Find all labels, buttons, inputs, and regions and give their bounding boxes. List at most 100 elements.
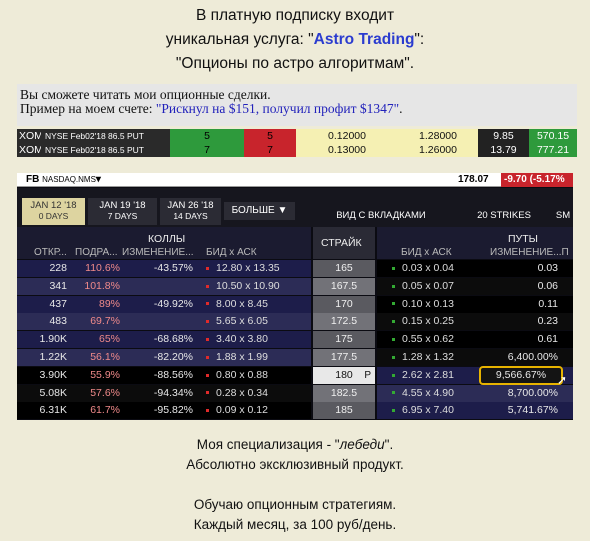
call-bid-ask-cell[interactable]: 1.88 x 1.99 xyxy=(206,349,268,366)
strike-cell[interactable]: 185 xyxy=(313,402,375,420)
trade-qty: 7 xyxy=(170,143,244,157)
more-button[interactable]: БОЛЬШЕ ▼ xyxy=(224,202,295,220)
implied-vol-cell: 56.1% xyxy=(90,351,120,363)
call-change-cell: -82.20% xyxy=(153,351,193,363)
put-bid-ask-cell[interactable]: 6.95 x 7.40 xyxy=(392,402,454,419)
trade-value-1: 9.85 xyxy=(478,129,529,143)
price-change: -9.70 (-5.17% xyxy=(501,173,573,187)
call-bid-ask-cell[interactable]: 0.09 x 0.12 xyxy=(206,402,268,419)
put-bid-ask-cell[interactable]: 0.05 x 0.07 xyxy=(392,278,454,295)
tick-down-icon xyxy=(206,391,209,395)
strike-cell[interactable]: 182.5 xyxy=(313,384,375,402)
implied-vol-cell: 55.9% xyxy=(90,368,120,381)
strike-cell[interactable]: 170 xyxy=(313,295,375,313)
trade-symbol: XOM xyxy=(17,129,43,143)
tick-down-icon xyxy=(206,409,209,413)
trade-qty-2: 5 xyxy=(244,129,296,143)
put-bid-ask-value: 0.10 x 0.13 xyxy=(402,297,454,310)
table-row[interactable]: 341 101.8% 10.50 x 10.90 167.5 0.05 x 0.07 0.… xyxy=(17,277,573,295)
open-interest-cell: 1.22K xyxy=(39,351,67,363)
put-bid-ask-cell[interactable]: 0.03 x 0.04 xyxy=(392,260,454,277)
col-implied-vol[interactable]: ПОДРА... xyxy=(75,247,118,258)
table-row[interactable]: 1.22K 56.1% -82.20% 1.88 x 1.99 177.5 1.28 x … xyxy=(17,349,573,366)
col-open-interest[interactable]: ОТКР... xyxy=(34,247,67,258)
col-change-calls[interactable]: ИЗМЕНЕНИЕ... xyxy=(122,247,194,258)
footer-line-4: Каждый месяц, за 100 руб/день. xyxy=(193,517,397,532)
tick-down-icon xyxy=(206,302,209,306)
table-row[interactable]: 5.08K 57.6% -94.34% 0.28 x 0.34 182.5 4.55 x … xyxy=(17,384,573,402)
strike-flag: P xyxy=(364,369,371,381)
strike-cell[interactable]: 172.5 xyxy=(313,313,375,331)
strike-label[interactable]: СТРАЙК xyxy=(321,237,362,249)
tab-jan-12[interactable]: JAN 12 '18 0 DAYS xyxy=(22,198,85,225)
call-bid-ask-cell[interactable]: 0.28 x 0.34 xyxy=(206,385,268,402)
footer-line-3: Обучаю опционным стратегиям. xyxy=(193,497,397,512)
tick-down-icon xyxy=(206,284,209,288)
strike-value: 165 xyxy=(335,262,353,274)
strike-value: 172.5 xyxy=(330,315,358,328)
put-bid-ask-cell[interactable]: 2.62 x 2.81 xyxy=(392,367,454,384)
put-change-cell: 0.23 xyxy=(537,315,558,328)
footer-emphasis: лебеди xyxy=(339,437,385,452)
put-bid-ask-value: 6.95 x 7.40 xyxy=(402,404,454,417)
strike-cell[interactable]: 180 P xyxy=(313,366,375,384)
trade-row: XOM NYSE Feb02'18 86.5 PUT 5 5 0.12000 1… xyxy=(17,129,577,143)
col-bid-ask-calls[interactable]: БИД x АСК xyxy=(206,247,257,258)
put-bid-ask-cell[interactable]: 0.10 x 0.13 xyxy=(392,296,454,313)
tick-up-icon xyxy=(392,284,395,288)
ad-quote: "Рискнул на $151, получил профит $1347" xyxy=(155,101,400,116)
strike-cell[interactable]: 175 xyxy=(313,331,375,349)
ticker[interactable]: FB NASDAQ.NMS▾ xyxy=(26,174,101,185)
call-bid-ask-cell[interactable]: 10.50 x 10.90 xyxy=(206,278,280,295)
call-bid-ask-cell[interactable]: 5.65 x 6.05 xyxy=(206,313,268,330)
tab-jan-26[interactable]: JAN 26 '18 14 DAYS xyxy=(160,198,221,225)
ad-text: Вы сможете читать мои опционные сделки. … xyxy=(17,84,577,126)
call-bid-ask-value: 0.09 x 0.12 xyxy=(216,404,268,417)
implied-vol-cell: 61.7% xyxy=(90,404,120,417)
put-bid-ask-value: 0.55 x 0.62 xyxy=(402,333,454,346)
call-change-cell: -94.34% xyxy=(153,386,193,399)
call-change-cell: -68.68% xyxy=(153,333,193,346)
strike-header: СТРАЙК xyxy=(313,227,375,259)
strike-cell[interactable]: 165 xyxy=(313,260,375,277)
trade-value-2: 570.15 xyxy=(529,129,577,143)
put-bid-ask-value: 0.05 x 0.07 xyxy=(402,279,454,292)
strike-value: 180 xyxy=(335,368,353,381)
call-bid-ask-value: 3.40 x 3.80 xyxy=(216,333,268,346)
trade-row: XOM NYSE Feb02'18 86.5 PUT 7 7 0.13000 1… xyxy=(17,143,577,157)
call-bid-ask-cell[interactable]: 3.40 x 3.80 xyxy=(206,331,268,348)
intro-line-3: "Опционы по астро алгоритмам". xyxy=(175,55,415,72)
table-row[interactable]: 6.31K 61.7% -95.82% 0.09 x 0.12 185 6.95 x 7.… xyxy=(17,402,573,420)
strike-value: 182.5 xyxy=(330,386,358,399)
call-bid-ask-cell[interactable]: 12.80 x 13.35 xyxy=(206,260,280,277)
call-bid-ask-cell[interactable]: 0.80 x 0.88 xyxy=(206,367,268,384)
trade-desc: NYSE Feb02'18 86.5 PUT xyxy=(41,129,170,143)
implied-vol-cell: 89% xyxy=(98,297,120,310)
last-price: 178.07 xyxy=(458,174,489,185)
strike-cell[interactable]: 177.5 xyxy=(313,349,375,366)
col-change-puts[interactable]: ИЗМЕНЕНИЕ...П xyxy=(490,247,569,258)
implied-vol-cell: 101.8% xyxy=(84,279,120,292)
call-bid-ask-cell[interactable]: 8.00 x 8.45 xyxy=(206,296,268,313)
table-row[interactable]: 228 110.6% -43.57% 12.80 x 13.35 165 0.03 x 0… xyxy=(17,260,573,277)
call-change-cell: -95.82% xyxy=(153,404,193,417)
put-bid-ask-cell[interactable]: 1.28 x 1.32 xyxy=(392,349,454,366)
put-change-cell: 5,741.67% xyxy=(507,404,558,417)
tick-up-icon xyxy=(392,373,395,377)
tab-jan-19[interactable]: JAN 19 '18 7 DAYS xyxy=(88,198,157,225)
put-bid-ask-cell[interactable]: 4.55 x 4.90 xyxy=(392,385,454,402)
put-bid-ask-cell[interactable]: 0.55 x 0.62 xyxy=(392,331,454,348)
open-interest-cell: 5.08K xyxy=(39,386,67,399)
table-row[interactable]: 437 89% -49.92% 8.00 x 8.45 170 0.10 x 0.13 0.… xyxy=(17,295,573,313)
exchange-label: NASDAQ.NMS xyxy=(42,175,96,184)
table-row[interactable]: 3.90K 55.9% -88.56% 0.80 x 0.88 180 P 2.62 x 2… xyxy=(17,365,573,386)
call-change-cell: -49.92% xyxy=(153,297,193,310)
strike-cell[interactable]: 167.5 xyxy=(313,277,375,295)
put-bid-ask-cell[interactable]: 0.15 x 0.25 xyxy=(392,313,454,330)
table-row[interactable]: 483 69.7% 5.65 x 6.05 172.5 0.15 x 0.25 0.23 xyxy=(17,313,573,331)
col-bid-ask-puts[interactable]: БИД x АСК xyxy=(401,247,452,258)
put-change-cell: 0.06 xyxy=(537,279,558,292)
table-row[interactable]: 1.90K 65% -68.68% 3.40 x 3.80 175 0.55 x 0.62… xyxy=(17,331,573,349)
tick-down-icon xyxy=(206,355,209,359)
intro-line-1: В платную подписку входит xyxy=(195,7,395,24)
